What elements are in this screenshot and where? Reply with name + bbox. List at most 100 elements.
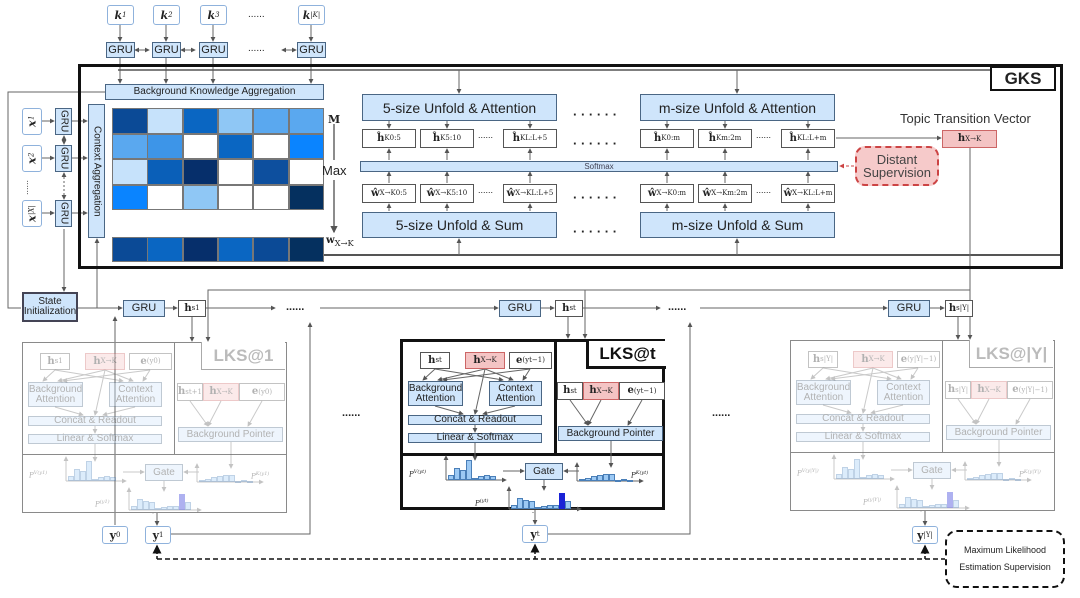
knowledge-ellipsis: ...... xyxy=(248,9,265,20)
pointer-embedding-box: e (y|Y|−1) xyxy=(1007,381,1053,399)
math-subscript: X→K xyxy=(480,356,497,364)
math-base: ĥ xyxy=(789,132,797,144)
math-base: ĥ xyxy=(708,132,716,144)
unfold-attention-2: m-size Unfold & Attention xyxy=(640,94,835,121)
arrow xyxy=(207,400,222,427)
output-token-2: yt xyxy=(522,525,548,543)
knowledge-distribution-bar xyxy=(247,480,253,483)
hidden-state-box: h st xyxy=(420,352,450,369)
math-subscript: |X| xyxy=(27,205,36,216)
knowledge-distribution-bar xyxy=(627,479,633,482)
label-line: Attention xyxy=(35,393,76,405)
final-distribution-label: P(yt) xyxy=(475,498,488,507)
matrix-cell xyxy=(288,159,324,185)
matrix-label: M xyxy=(328,113,341,126)
arrow xyxy=(442,368,531,382)
math-subscript: t xyxy=(536,529,540,538)
knowledge-distribution-label: PK(y1) xyxy=(251,471,269,480)
background-pointer: Background Pointer xyxy=(178,427,283,442)
knowledge-input-1: k1 xyxy=(107,5,134,25)
embedding-box: e (y|Y|−1) xyxy=(897,351,940,368)
math-base: h xyxy=(562,302,570,314)
decoder-hidden-state-2: h st xyxy=(555,300,583,317)
final-distribution-bar xyxy=(565,500,571,509)
output-token-1: y1 xyxy=(145,526,171,544)
decoder-gru-1[interactable]: GRU xyxy=(123,300,165,317)
label-line: Context xyxy=(498,382,533,394)
mle-line-1: Maximum Likelihood xyxy=(963,545,1047,555)
context-gru-2: GRU xyxy=(55,145,72,172)
arrow xyxy=(1015,398,1031,425)
section-ellipsis: · · · · · · xyxy=(573,190,618,205)
math-superscript: V(y|Y|) xyxy=(801,468,819,474)
vocab-distribution-label: PV(yt) xyxy=(409,469,426,478)
arrow xyxy=(957,398,977,425)
topic-transition-vector: h X→K xyxy=(942,130,997,148)
small-ellipsis: ...... xyxy=(756,185,772,195)
decoder-gru-3[interactable]: GRU xyxy=(888,300,930,317)
arrow xyxy=(434,405,464,416)
math-base: ĥ xyxy=(654,132,662,144)
math-subscript: st xyxy=(570,386,577,395)
w-hat-box: ŵ X→KL:L+5 xyxy=(503,184,557,203)
topic-vector-box: h X→K xyxy=(853,351,893,368)
math-subscript: s1 xyxy=(54,357,63,365)
context-attention: Context Attention xyxy=(109,382,162,407)
arrow xyxy=(62,369,151,383)
math-subscript: (yt−1) xyxy=(522,356,545,364)
matrix-cell xyxy=(112,108,148,134)
math-subscript: K0:m xyxy=(661,134,680,142)
background-pointer: Background Pointer xyxy=(946,425,1051,440)
lks-panel-2: LKS@t h st h X→K e (yt−1) Background Attention Co… xyxy=(400,339,666,513)
small-ellipsis: ...... xyxy=(478,185,494,195)
arrow xyxy=(54,406,84,417)
w-vector-cell xyxy=(147,237,183,262)
label-line: Background xyxy=(28,383,83,395)
math-subscript: KL:L+5 xyxy=(520,134,548,142)
label-line: Context xyxy=(118,383,153,395)
gks-label: GKS xyxy=(990,66,1056,91)
matrix-cell xyxy=(217,108,254,134)
arrow xyxy=(569,399,589,426)
arrow xyxy=(822,404,852,415)
mle-supervision-callout: Maximum Likelihood Estimation Supervision xyxy=(945,530,1065,588)
final-distribution-label: P(y1) xyxy=(95,499,110,508)
topic-transition-title: Topic Transition Vector xyxy=(900,111,1031,126)
math-subscript: st xyxy=(569,304,576,312)
math-base: h xyxy=(947,384,956,395)
linear-softmax: Linear & Softmax xyxy=(28,434,162,444)
unfold-attention-1: 5-size Unfold & Attention xyxy=(362,94,557,121)
matrix-cell xyxy=(288,184,324,211)
matrix-cell xyxy=(182,159,219,185)
math-subscript: st+1 xyxy=(185,387,203,396)
vocab-distribution-bar xyxy=(854,459,860,479)
math-subscript: Km:2m xyxy=(715,134,742,142)
math-subscript: 0 xyxy=(115,530,121,539)
math-subscript: (yt−1) xyxy=(633,386,657,395)
math-subscript: 1 xyxy=(27,115,36,121)
final-distribution-label: P(y|Y|) xyxy=(863,497,881,506)
math-subscript: X→KL:L+m xyxy=(792,189,833,197)
vocab-distribution-label: PV(y|Y|) xyxy=(797,468,819,477)
small-ellipsis: ...... xyxy=(756,130,772,140)
math-base: k xyxy=(302,8,311,22)
math-base: k xyxy=(160,8,169,22)
math-base: h xyxy=(184,302,192,314)
math-subscript: |Y| xyxy=(923,530,933,539)
linear-softmax: Linear & Softmax xyxy=(408,433,542,443)
section-ellipsis: · · · · · · xyxy=(573,136,618,151)
math-subscript: X→K xyxy=(100,357,117,365)
math-subscript: X→K xyxy=(596,386,613,395)
arrow xyxy=(247,400,263,427)
pointer-topic-vector-box: h X→K xyxy=(971,381,1007,399)
embedding-box: e (y0) xyxy=(129,353,172,370)
context-aggregation: Context Aggregation xyxy=(88,104,105,238)
background-knowledge-aggregation: Background Knowledge Aggregation xyxy=(105,84,324,100)
arrow xyxy=(870,404,904,415)
arrow xyxy=(142,369,151,382)
decoder-gru-2[interactable]: GRU xyxy=(499,300,541,317)
math-superscript: (y1) xyxy=(99,499,110,505)
math-subscript: X→KL:L+5 xyxy=(515,189,554,197)
label-line: Attention xyxy=(883,391,924,403)
label-line: Background xyxy=(796,381,851,393)
